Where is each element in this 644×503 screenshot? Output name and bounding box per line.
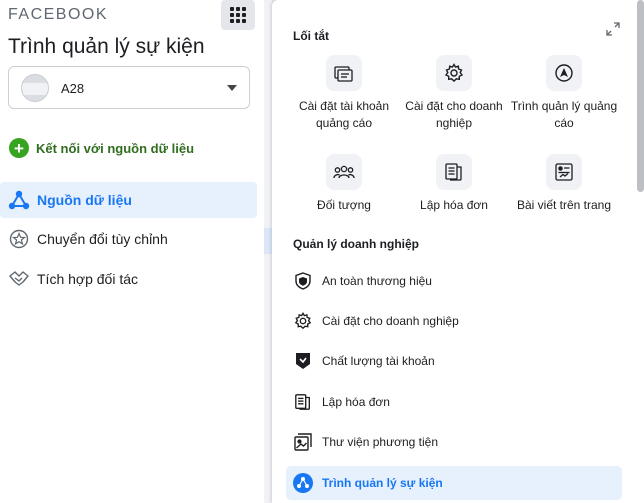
menu-item-media-library[interactable]: Thư viện phương tiện <box>286 426 622 458</box>
grid-icon <box>230 7 246 23</box>
menu-item-label: Lập hóa đơn <box>322 395 390 409</box>
page-title: Trình quản lý sự kiện <box>8 35 205 58</box>
shield-icon <box>293 271 313 291</box>
account-quality-icon <box>293 351 313 371</box>
facebook-logo[interactable]: FACEBOOK <box>8 6 108 24</box>
handshake-icon <box>8 268 30 290</box>
account-selector[interactable]: A28 <box>8 66 250 109</box>
scrollbar[interactable] <box>637 0 644 192</box>
gear-icon <box>293 311 313 331</box>
shortcut-label: Cài đặt cho doanh nghiệp <box>405 99 503 130</box>
chevron-down-icon <box>227 85 237 91</box>
expand-icon[interactable] <box>606 22 620 36</box>
shortcut-audiences[interactable]: Đối tượng <box>289 154 399 214</box>
events-manager-icon <box>293 473 313 493</box>
page-posts-icon <box>546 154 582 190</box>
nav-item-custom-conversions[interactable]: Chuyển đổi tùy chỉnh <box>0 221 257 257</box>
connect-data-source-label: Kết nối với nguồn dữ liệu <box>36 140 195 156</box>
billing-icon <box>436 154 472 190</box>
menu-item-brand-safety[interactable]: An toàn thương hiệu <box>286 265 622 297</box>
app-menu-panel: Lối tắt Cài đặt tài khoản quảng cáo Cài … <box>272 0 644 503</box>
nav-item-label: Tích hợp đối tác <box>37 271 139 287</box>
menu-item-label: An toàn thương hiệu <box>322 274 432 288</box>
shortcut-ad-account-settings[interactable]: Cài đặt tài khoản quảng cáo <box>289 55 399 132</box>
nav-item-data-sources[interactable]: Nguồn dữ liệu <box>0 182 257 218</box>
menu-item-label: Thư viện phương tiện <box>322 435 438 449</box>
shortcut-billing[interactable]: Lập hóa đơn <box>399 154 509 214</box>
menu-item-account-quality[interactable]: Chất lượng tài khoản <box>286 345 622 377</box>
shortcut-page-posts[interactable]: Bài viết trên trang <box>509 154 619 214</box>
account-avatar <box>21 74 49 102</box>
menu-item-label: Cài đặt cho doanh nghiệp <box>322 314 459 328</box>
nav-item-partner-integrations[interactable]: Tích hợp đối tác <box>0 261 257 297</box>
shortcut-label: Cài đặt tài khoản quảng cáo <box>298 99 390 130</box>
media-library-icon <box>293 432 313 452</box>
shortcuts-title: Lối tắt <box>293 29 329 43</box>
menu-item-billing[interactable]: Lập hóa đơn <box>286 386 622 418</box>
background-content <box>264 0 272 503</box>
business-management-title: Quản lý doanh nghiệp <box>293 237 419 251</box>
menu-item-label: Chất lượng tài khoản <box>322 354 435 368</box>
ads-manager-icon <box>546 55 582 91</box>
data-sources-icon <box>8 189 30 211</box>
shortcut-label: Đối tượng <box>317 198 371 212</box>
left-sidebar: FACEBOOK Trình quản lý sự kiện A28 + Kết… <box>0 0 264 503</box>
menu-item-events-manager[interactable]: Trình quản lý sự kiện <box>286 466 622 500</box>
nav-item-label: Nguồn dữ liệu <box>37 192 132 208</box>
shortcut-business-settings[interactable]: Cài đặt cho doanh nghiệp <box>399 55 509 132</box>
menu-item-business-settings[interactable]: Cài đặt cho doanh nghiệp <box>286 305 622 337</box>
billing-icon <box>293 392 313 412</box>
account-name: A28 <box>61 81 85 96</box>
nav-item-label: Chuyển đổi tùy chỉnh <box>37 231 168 247</box>
audience-icon <box>326 154 362 190</box>
gear-icon <box>436 55 472 91</box>
ad-account-settings-icon <box>326 55 362 91</box>
connect-data-source-button[interactable]: + Kết nối với nguồn dữ liệu <box>9 137 194 159</box>
plus-circle-icon: + <box>9 138 29 158</box>
shortcut-label: Lập hóa đơn <box>420 198 488 212</box>
star-badge-icon <box>8 228 30 250</box>
shortcut-label: Bài viết trên trang <box>516 198 612 212</box>
menu-item-label: Trình quản lý sự kiện <box>322 476 443 490</box>
shortcut-ads-manager[interactable]: Trình quản lý quảng cáo <box>509 55 619 132</box>
shortcut-label: Trình quản lý quảng cáo <box>510 99 618 130</box>
app-menu-button[interactable] <box>221 0 255 30</box>
